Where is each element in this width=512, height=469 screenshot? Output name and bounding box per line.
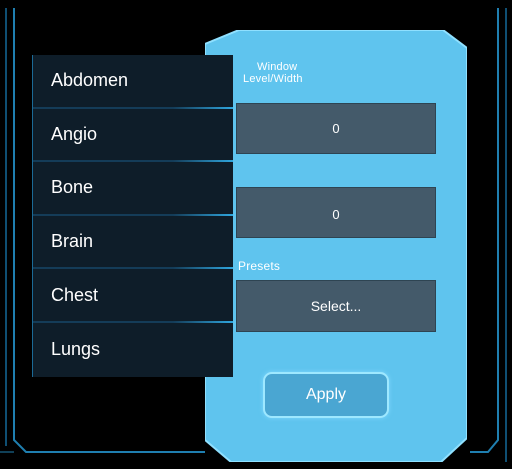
preset-item-lungs[interactable]: Lungs [33,323,233,377]
preset-label: Lungs [51,339,101,360]
preset-item-chest[interactable]: Chest [33,269,233,323]
window-level-value: 0 [332,121,340,136]
window-width-value: 0 [332,207,340,222]
presets-select-value: Select... [310,298,362,314]
preset-label: Angio [51,123,98,144]
preset-item-angio[interactable]: Angio [33,109,233,163]
preset-label: Abdomen [51,70,129,91]
apply-button[interactable]: Apply [263,372,389,418]
window-label-line2: Level/Width [243,73,303,85]
preset-label: Bone [51,177,94,198]
preset-item-abdomen[interactable]: Abdomen [33,55,233,109]
presets-label: Presets [238,259,281,273]
preset-label: Brain [51,231,94,252]
window-level-field[interactable]: 0 [236,103,436,154]
window-label-line1: Window [257,61,298,73]
apply-button-label: Apply [305,386,347,403]
presets-select[interactable]: Select... [236,280,436,332]
window-level-width-label: Window Level/Width [243,61,373,85]
preset-label: Chest [51,284,99,305]
preset-item-brain[interactable]: Brain [33,216,233,270]
preset-list: Abdomen Angio Bone Brain Chest Lungs [32,55,233,377]
preset-item-bone[interactable]: Bone [33,162,233,216]
window-width-field[interactable]: 0 [236,187,436,238]
